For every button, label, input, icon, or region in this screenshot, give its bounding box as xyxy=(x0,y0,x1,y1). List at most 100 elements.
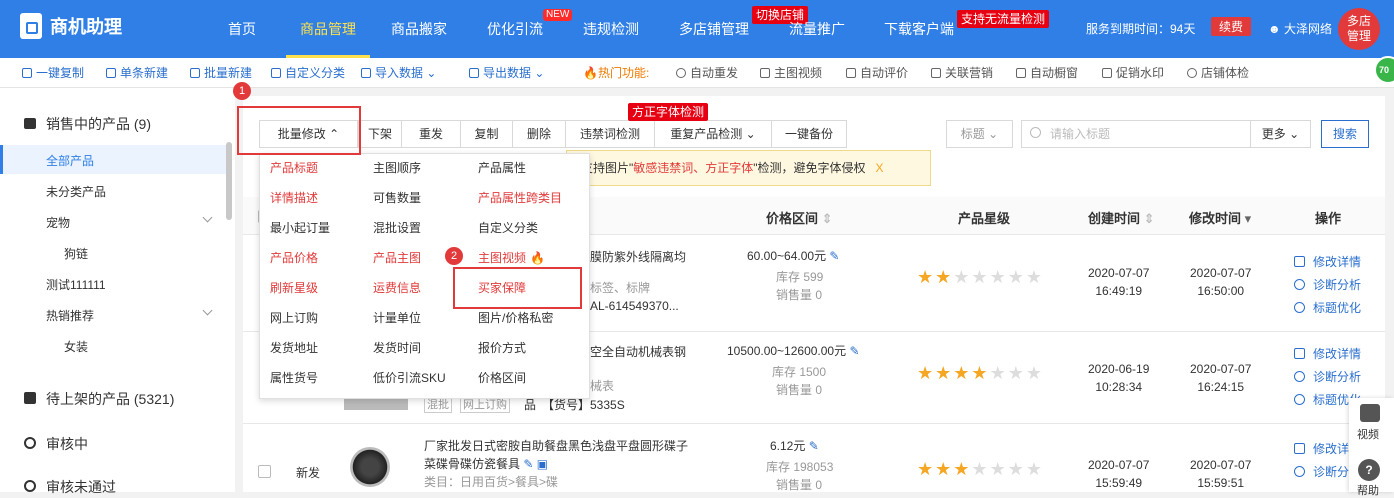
sidebar-failed[interactable]: 审核未通过 xyxy=(24,477,116,497)
col-modified[interactable]: 修改时间 ▾ xyxy=(1189,208,1251,227)
menu-item[interactable]: 报价方式 xyxy=(478,339,526,356)
custom-category[interactable]: 自定义分类 xyxy=(271,58,345,88)
row3-checkbox[interactable] xyxy=(258,465,271,478)
label: 自定义分类 xyxy=(285,66,346,80)
menu-item[interactable]: 详情描述 xyxy=(270,189,318,206)
menu-item[interactable]: 网上订购 xyxy=(270,309,318,326)
video-icon[interactable] xyxy=(1360,404,1380,422)
nav-home[interactable]: 首页 xyxy=(218,0,266,58)
score-badge[interactable]: 70 xyxy=(1374,56,1394,84)
menu-item[interactable]: 产品主图 xyxy=(373,249,421,266)
row3-title2[interactable]: 菜碟骨碟仿瓷餐具 ✎ ▣ xyxy=(424,455,548,472)
nav-traffic[interactable]: 流量推广 xyxy=(780,0,854,58)
nav-product-move[interactable]: 商品搬家 xyxy=(382,0,456,58)
renew-button[interactable]: 续费 xyxy=(1211,17,1252,36)
sidebar-item-pets[interactable]: 宠物 xyxy=(46,214,70,231)
edit-icon[interactable]: ✎ xyxy=(829,249,839,263)
menu-item[interactable]: 产品标题 xyxy=(270,159,318,176)
nav-multi-store[interactable]: 多店铺管理 xyxy=(670,0,758,58)
menu-item[interactable]: 计量单位 xyxy=(373,309,421,326)
main-video[interactable]: 主图视频 xyxy=(760,58,822,88)
edit-details-link[interactable]: 修改详情 xyxy=(1294,251,1361,274)
image-icon[interactable]: ▣ xyxy=(537,457,548,471)
duplicate-check-button[interactable]: 重复产品检测 ⌄ xyxy=(654,120,772,148)
menu-item[interactable]: 低价引流SKU xyxy=(373,369,446,386)
multi-store-button[interactable]: 多店 管理 xyxy=(1338,8,1380,50)
menu-item[interactable]: 属性货号 xyxy=(270,369,318,386)
menu-item[interactable]: 产品属性跨类目 xyxy=(478,189,562,206)
menu-item[interactable]: 自定义分类 xyxy=(478,219,538,236)
sidebar-item-women[interactable]: 女装 xyxy=(64,338,88,355)
menu-item[interactable]: 主图顺序 xyxy=(373,159,421,176)
menu-item[interactable]: 最小起订量 xyxy=(270,219,330,236)
delete-button[interactable]: 删除 xyxy=(512,120,566,148)
menu-item[interactable]: 产品属性 xyxy=(478,159,526,176)
menu-item[interactable]: 刷新星级 xyxy=(270,279,318,296)
auto-review[interactable]: 自动评价 xyxy=(846,58,908,88)
edit-details-link[interactable]: 修改详情 xyxy=(1294,343,1361,366)
menu-item[interactable]: 混批设置 xyxy=(373,219,421,236)
col-price[interactable]: 价格区间 ⇕ xyxy=(766,208,833,227)
diagnose-link[interactable]: 诊断分析 xyxy=(1294,274,1361,297)
search-button[interactable]: 搜索 xyxy=(1321,120,1369,148)
menu-item[interactable]: 可售数量 xyxy=(373,189,421,206)
forbidden-word-button[interactable]: 违禁词检测 xyxy=(565,120,655,148)
nav-optimize[interactable]: 优化引流 xyxy=(478,0,552,58)
menu-item[interactable]: 主图视频 🔥 xyxy=(478,249,545,266)
one-click-copy[interactable]: 一键复制 xyxy=(22,58,84,88)
sidebar-item-hot[interactable]: 热销推荐 xyxy=(46,307,94,324)
delist-button[interactable]: 下架 xyxy=(358,120,402,148)
menu-item[interactable]: 运费信息 xyxy=(373,279,421,296)
sidebar-item-uncategorized[interactable]: 未分类产品 xyxy=(46,183,106,200)
auto-resend[interactable]: 自动重发 xyxy=(676,58,738,88)
watermark-icon xyxy=(1102,68,1112,78)
export-data[interactable]: 导出数据 ⌄ xyxy=(469,58,544,88)
user-menu[interactable]: ☻ 大泽网络 xyxy=(1268,20,1332,37)
resend-button[interactable]: 重发 xyxy=(401,120,461,148)
sidebar-item-test[interactable]: 测试111111 xyxy=(46,276,106,293)
sidebar-selling[interactable]: 销售中的产品 (9) xyxy=(24,114,151,134)
sidebar-item-dog-leash[interactable]: 狗链 xyxy=(64,245,88,262)
one-click-backup[interactable]: 一键备份 xyxy=(771,120,847,148)
copy-button[interactable]: 复制 xyxy=(460,120,513,148)
auto-showcase[interactable]: 自动橱窗 xyxy=(1016,58,1078,88)
sidebar-pending[interactable]: 待上架的产品 (5321) xyxy=(24,389,174,409)
menu-item[interactable]: 发货地址 xyxy=(270,339,318,356)
sidebar-scrollbar[interactable] xyxy=(226,142,232,220)
store-checkup[interactable]: 店铺体检 xyxy=(1187,58,1249,88)
close-icon[interactable]: X xyxy=(876,161,884,175)
import-data[interactable]: 导入数据 ⌄ xyxy=(361,58,436,88)
title-select[interactable]: 标题 ⌄ xyxy=(946,120,1013,148)
float-video[interactable]: 视频 xyxy=(1357,426,1379,442)
help-icon[interactable]: ? xyxy=(1358,459,1380,481)
title-optimize-link[interactable]: 标题优化 xyxy=(1294,297,1361,320)
diagnose-link[interactable]: 诊断分析 xyxy=(1294,366,1361,389)
row3-thumb[interactable] xyxy=(350,447,390,487)
more-select[interactable]: 更多 ⌄ xyxy=(1250,120,1311,148)
edit-icon[interactable]: ✎ xyxy=(523,457,533,471)
related-marketing[interactable]: 关联营销 xyxy=(931,58,993,88)
row2-thumb[interactable] xyxy=(344,398,408,410)
row3-title[interactable]: 厂家批发日式密胺自助餐盘黑色浅盘平盘圆形碟子 xyxy=(424,437,688,454)
nav-product-management[interactable]: 商品管理 xyxy=(286,0,370,58)
sidebar-item-more[interactable]: ... xyxy=(64,364,74,372)
row2-title[interactable]: 空全自动机械表钢 xyxy=(590,343,686,360)
row1-title[interactable]: 膜防紫外线隔离均 xyxy=(590,248,686,265)
sidebar-reviewing[interactable]: 审核中 xyxy=(24,434,88,454)
menu-item[interactable]: 价格区间 xyxy=(478,369,526,386)
sidebar-item-all[interactable]: 全部产品 xyxy=(46,152,94,169)
menu-item[interactable]: 图片/价格私密 xyxy=(478,309,553,326)
edit-icon[interactable]: ✎ xyxy=(809,439,819,453)
float-help[interactable]: 帮助 xyxy=(1357,482,1379,498)
col-created[interactable]: 创建时间 ⇕ xyxy=(1088,208,1155,227)
nav-download-client[interactable]: 下载客户端 xyxy=(876,0,962,58)
menu-item[interactable]: 产品价格 xyxy=(270,249,318,266)
menu-item[interactable]: 发货时间 xyxy=(373,339,421,356)
refresh-icon xyxy=(676,68,686,78)
search-input[interactable]: 请输入标题 xyxy=(1021,120,1251,148)
nav-violation-check[interactable]: 违规检测 xyxy=(574,0,648,58)
app-logo[interactable]: 商机助理 xyxy=(20,13,122,39)
single-create[interactable]: 单条新建 xyxy=(106,58,168,88)
promo-watermark[interactable]: 促销水印 xyxy=(1102,58,1164,88)
edit-icon[interactable]: ✎ xyxy=(849,344,859,358)
